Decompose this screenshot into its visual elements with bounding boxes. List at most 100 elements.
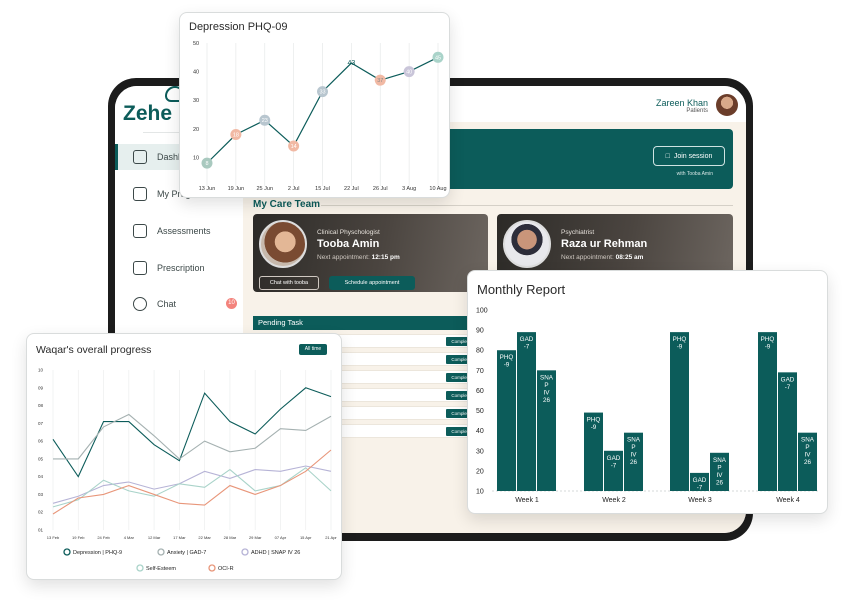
y-tick-label: 70 [476,368,484,375]
bar-label: GAD [693,477,707,484]
bar-label: 26 [630,459,638,466]
schedule-appointment-button[interactable]: Schedule appointment [329,276,415,290]
doctor-avatar [259,220,307,268]
data-label: 18 [233,133,239,139]
legend-marker [136,564,144,572]
bar-label: -7 [524,344,530,351]
y-tick-label: 07 [38,421,44,426]
x-tick-label: 12 Mar [148,535,161,540]
x-tick-label: 24 Feb [97,535,110,540]
x-tick-label: 07 Apr [275,535,287,540]
bar-label: IV [631,452,638,459]
x-tick-label: 15 Apr [300,535,312,540]
bar-label: 26 [543,397,551,404]
x-tick-label: 22 Mar [198,535,211,540]
bar-label: GAD [520,336,534,343]
user-role: Patients [686,108,708,114]
bar-label: IV [717,472,724,479]
y-tick-label: 50 [476,408,484,415]
y-tick-label: 20 [193,127,199,133]
sidebar-item-chat[interactable]: Chat 10 [115,291,243,317]
y-tick-label: 30 [476,448,484,455]
legend-label: ADHD | SNAP IV 26 [251,550,300,556]
y-tick-label: 03 [38,492,44,497]
x-tick-label: 2 Jul [288,186,300,192]
bar-label: GAD [781,376,795,383]
pending-task-header: Pending Task [253,316,483,330]
data-label: 14 [291,144,297,150]
doctor-avatar [503,220,551,268]
data-label: 33 [319,90,325,96]
progress-line-chart: 13 Feb 19 Feb 24 Feb 4 Mar 12 Mar 17 Mar 22 Ma… [38,368,337,573]
data-label: 43 [347,60,355,67]
join-session-label: Join session [673,152,713,160]
sidebar-item-prescription[interactable]: Prescription [115,255,243,281]
sidebar-item-assessments[interactable]: Assessments [115,218,243,244]
bar-label: GAD [607,455,621,462]
series-line [52,467,332,508]
bar-label: -9 [504,362,510,369]
legend-marker [241,548,249,556]
bar-label: P [544,382,548,389]
chat-with-doctor-button[interactable]: Chat with tooba [259,276,319,290]
y-tick-label: 20 [476,468,484,475]
x-tick-label: 3 Aug [402,186,416,192]
bar-label: -9 [677,344,683,351]
bar-label: -9 [591,424,597,431]
x-tick-label: 28 Mar [224,535,237,540]
x-tick-label: 13 Feb [47,535,60,540]
x-tick-label: 25 Jun [256,186,273,192]
y-tick-label: 40 [193,70,199,76]
legend-label: Anxiety | GAD-7 [167,550,206,556]
assessments-icon [133,224,147,238]
bar-label: 26 [716,479,724,486]
next-appointment: Next appointment: 08:25 am [561,254,644,261]
y-tick-label: 60 [476,388,484,395]
y-tick-label: 05 [38,456,44,461]
join-session-button[interactable]: □ Join session [653,146,725,166]
chat-icon [133,297,147,311]
chat-unread-badge: 10 [226,298,237,309]
data-label: 37 [377,78,383,84]
y-tick-label: 100 [476,308,488,315]
x-tick-label: 19 Jun [228,186,245,192]
data-label: 45 [435,55,441,61]
x-tick-label: 10 Aug [429,186,446,192]
doctor-role: Psychiatrist [561,229,595,236]
y-tick-label: 10 [476,489,484,496]
care-team-heading: My Care Team [253,199,321,210]
sidebar-item-label: Chat [157,299,177,309]
x-tick-label: Week 2 [602,497,626,504]
bar [758,332,777,491]
bar-label: SNA [540,374,554,381]
bar [497,350,516,491]
next-appointment: Next appointment: 12:15 pm [317,254,400,261]
x-tick-label: 15 Jul [315,186,330,192]
legend-label: Depression | PHQ-9 [73,550,122,556]
care-team-divider [321,205,733,206]
calendar-icon: □ [665,152,670,160]
bar-label: -7 [785,384,791,391]
x-tick-label: 29 Mar [249,535,262,540]
sidebar-item-label: Assessments [157,226,211,236]
progress-icon [133,187,147,201]
x-tick-label: 17 Mar [173,535,186,540]
bar-label: PHQ [587,417,601,424]
bar [670,332,689,491]
data-label: 40 [406,70,412,76]
x-tick-label: 22 Jul [344,186,359,192]
series-line [52,465,332,504]
y-tick-label: 50 [193,41,199,47]
legend-marker [63,548,71,556]
x-tick-label: Week 4 [776,497,800,504]
y-tick-label: 40 [476,428,484,435]
doctor-role: Clinical Physchologist [317,229,380,236]
doctor-name: Tooba Amin [317,238,380,250]
brand-logo: Zehe [123,102,173,125]
bar-label: P [805,444,809,451]
x-tick-label: Week 3 [688,497,712,504]
join-session-subtitle: with Tooba Amin [676,171,713,177]
user-avatar[interactable] [716,94,738,116]
legend-marker [157,548,165,556]
dashboard-icon [133,150,147,164]
